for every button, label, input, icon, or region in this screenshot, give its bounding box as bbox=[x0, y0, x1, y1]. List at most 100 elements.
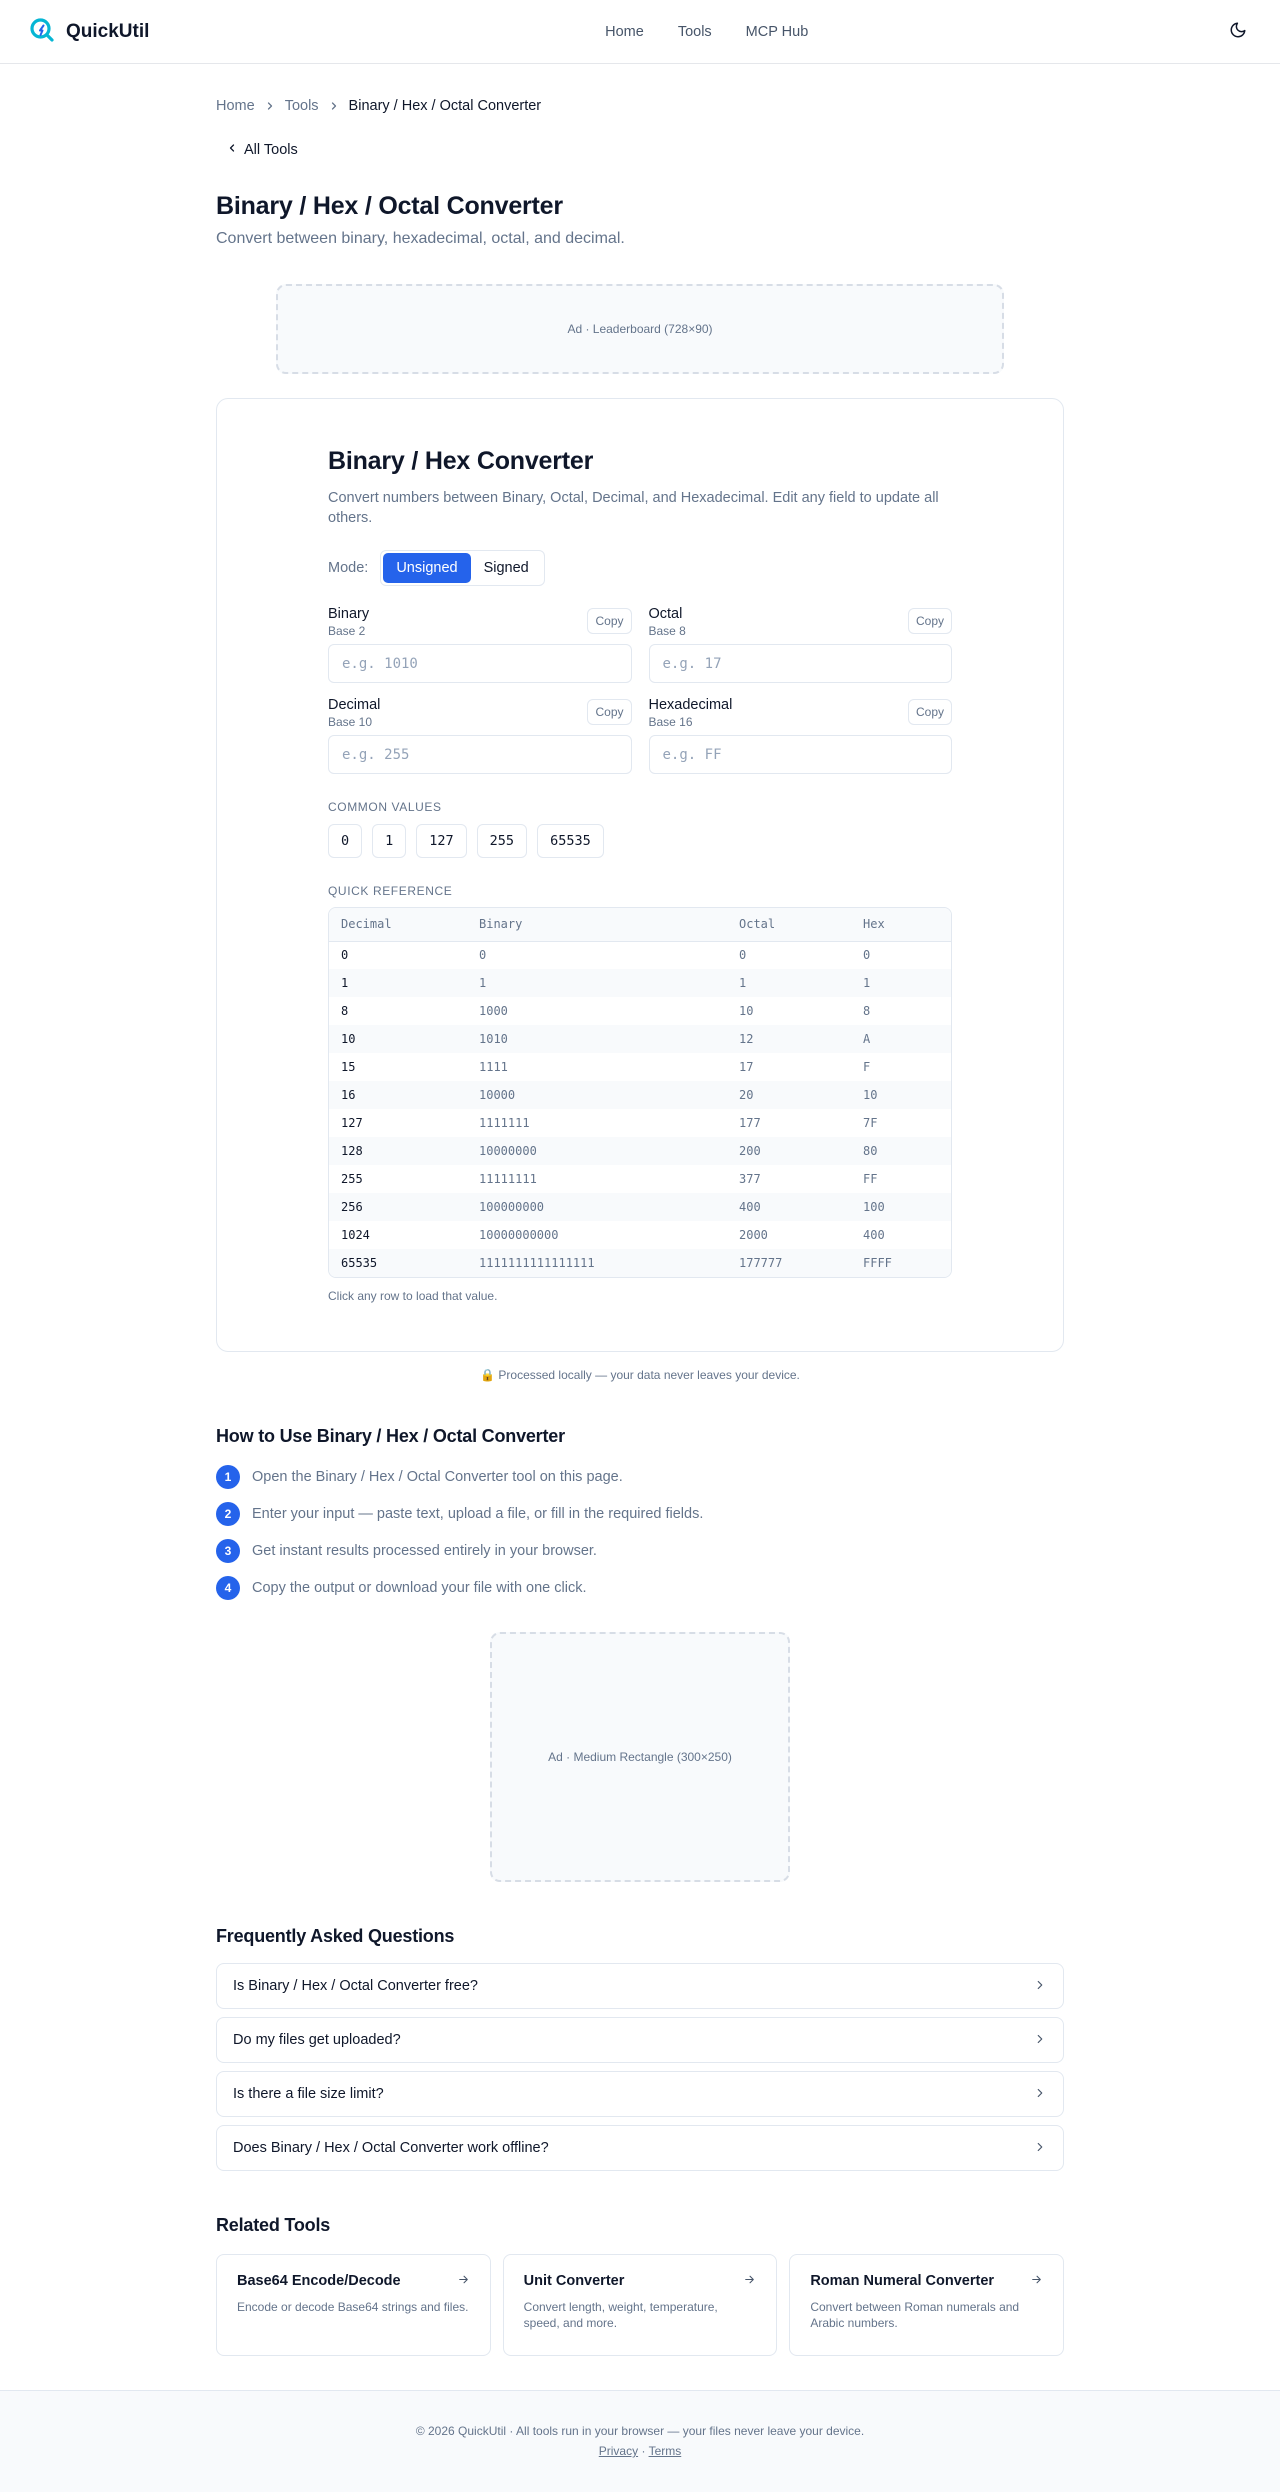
table-row[interactable]: 255 11111111 377 FF bbox=[329, 1165, 951, 1193]
octal-cell: 377 bbox=[739, 1172, 761, 1186]
column-header-decimal: Decimal bbox=[329, 908, 467, 942]
column-header-octal: Octal bbox=[727, 908, 851, 942]
mode-unsigned-button[interactable]: Unsigned bbox=[383, 553, 471, 583]
hex-cell: FF bbox=[863, 1172, 878, 1186]
faq-list: Is Binary / Hex / Octal Converter free? … bbox=[216, 1963, 1064, 2171]
hex-cell: F bbox=[863, 1060, 871, 1074]
octal-input[interactable] bbox=[648, 644, 952, 683]
hex-cell: 0 bbox=[863, 948, 871, 963]
binary-cell: 0 bbox=[479, 948, 487, 963]
binary-cell: 10000 bbox=[479, 1088, 516, 1102]
privacy-link[interactable]: Privacy bbox=[599, 2444, 638, 2458]
copy-decimal-button[interactable]: Copy bbox=[587, 699, 632, 725]
reference-hint: Click any row to load that value. bbox=[328, 1289, 498, 1303]
table-row[interactable]: 0 0 0 0 bbox=[329, 941, 951, 969]
nav-tools[interactable]: Tools bbox=[678, 24, 712, 40]
table-row[interactable]: 16 10000 20 10 bbox=[329, 1081, 951, 1109]
hex-cell: 400 bbox=[863, 1228, 885, 1242]
faq-question: Do my files get uploaded? bbox=[233, 2032, 401, 2048]
arrow-right-icon bbox=[457, 2273, 470, 2289]
page-title: Binary / Hex / Octal Converter bbox=[216, 192, 563, 220]
theme-toggle-button[interactable] bbox=[1224, 18, 1252, 46]
related-tool-desc: Encode or decode Base64 strings and file… bbox=[237, 2300, 469, 2314]
table-row[interactable]: 127 1111111 177 7F bbox=[329, 1109, 951, 1137]
nav-mcp-hub[interactable]: MCP Hub bbox=[746, 24, 809, 40]
hex-cell: 8 bbox=[863, 1004, 871, 1018]
hex-cell: FFFF bbox=[863, 1256, 892, 1270]
binary-cell: 1111 bbox=[479, 1060, 508, 1074]
hex-input[interactable] bbox=[648, 735, 952, 774]
copy-hex-button[interactable]: Copy bbox=[907, 699, 952, 725]
chevron-right-icon bbox=[1033, 2140, 1047, 2157]
common-value-chip[interactable]: 0 bbox=[328, 824, 363, 858]
tool-card: Binary / Hex Converter Convert numbers b… bbox=[216, 398, 1064, 1352]
mode-signed-button[interactable]: Signed bbox=[471, 553, 542, 583]
chevron-left-icon bbox=[226, 142, 238, 158]
decimal-cell: 255 bbox=[341, 1172, 363, 1186]
octal-cell: 17 bbox=[739, 1060, 754, 1074]
breadcrumb-home[interactable]: Home bbox=[216, 98, 255, 114]
related-tool-card[interactable]: Unit Converter Convert length, weight, t… bbox=[502, 2254, 778, 2356]
hex-label: Hexadecimal bbox=[648, 697, 733, 713]
chevron-right-icon bbox=[1033, 2086, 1047, 2103]
faq-question: Is Binary / Hex / Octal Converter free? bbox=[233, 1978, 478, 1994]
octal-cell: 12 bbox=[739, 1032, 754, 1046]
faq-item[interactable]: Does Binary / Hex / Octal Converter work… bbox=[216, 2125, 1064, 2171]
all-tools-link[interactable]: All Tools bbox=[226, 142, 298, 158]
common-value-chip[interactable]: 127 bbox=[416, 824, 467, 858]
octal-label: Octal bbox=[648, 606, 683, 622]
table-row[interactable]: 1 1 1 1 bbox=[329, 969, 951, 997]
decimal-base: Base 10 bbox=[328, 715, 373, 729]
related-tool-card[interactable]: Base64 Encode/Decode Encode or decode Ba… bbox=[216, 2254, 491, 2356]
decimal-input[interactable] bbox=[328, 735, 632, 774]
table-row[interactable]: 10 1010 12 A bbox=[329, 1025, 951, 1053]
copy-binary-button[interactable]: Copy bbox=[587, 608, 632, 634]
table-row[interactable]: 128 10000000 200 80 bbox=[329, 1137, 951, 1165]
table-row[interactable]: 256 100000000 400 100 bbox=[329, 1193, 951, 1221]
step-number: 1 bbox=[216, 1465, 240, 1489]
common-value-chip[interactable]: 255 bbox=[476, 824, 528, 858]
chevron-right-icon bbox=[328, 100, 340, 112]
mode-label: Mode: bbox=[328, 560, 369, 576]
faq-item[interactable]: Is there a file size limit? bbox=[216, 2071, 1064, 2117]
common-value-chip[interactable]: 65535 bbox=[537, 824, 604, 858]
related-tool-card[interactable]: Roman Numeral Converter Convert between … bbox=[789, 2254, 1064, 2356]
hex-field-group: Hexadecimal Base 16 Copy bbox=[648, 697, 952, 774]
howto-step: 2 Enter your input — paste text, upload … bbox=[216, 1502, 1064, 1526]
octal-cell: 0 bbox=[739, 948, 747, 963]
ad-leaderboard-label: Ad · Leaderboard (728×90) bbox=[567, 322, 713, 336]
table-row[interactable]: 15 1111 17 F bbox=[329, 1053, 951, 1081]
nav-home[interactable]: Home bbox=[605, 24, 644, 40]
faq-item[interactable]: Do my files get uploaded? bbox=[216, 2017, 1064, 2063]
step-text: Get instant results processed entirely i… bbox=[252, 1543, 597, 1559]
table-row[interactable]: 65535 1111111111111111 177777 FFFF bbox=[329, 1249, 951, 1277]
chevron-right-icon bbox=[1033, 2032, 1047, 2049]
octal-cell: 20 bbox=[739, 1088, 754, 1102]
breadcrumb-tools[interactable]: Tools bbox=[285, 98, 319, 114]
moon-icon bbox=[1229, 21, 1247, 42]
mode-toggle: Unsigned Signed bbox=[380, 550, 545, 586]
howto-title: How to Use Binary / Hex / Octal Converte… bbox=[216, 1426, 565, 1446]
table-row[interactable]: 8 1000 10 8 bbox=[329, 997, 951, 1025]
step-text: Enter your input — paste text, upload a … bbox=[252, 1506, 704, 1522]
copy-octal-button[interactable]: Copy bbox=[907, 608, 952, 634]
decimal-cell: 0 bbox=[341, 948, 349, 963]
brand[interactable]: QuickUtil bbox=[28, 16, 149, 47]
binary-field-group: Binary Base 2 Copy bbox=[328, 606, 632, 683]
octal-field-group: Octal Base 8 Copy bbox=[648, 606, 952, 683]
binary-input[interactable] bbox=[328, 644, 632, 683]
binary-cell: 10000000000 bbox=[479, 1228, 559, 1242]
decimal-cell: 127 bbox=[341, 1116, 363, 1130]
chevron-right-icon bbox=[264, 100, 276, 112]
octal-cell: 1 bbox=[739, 976, 747, 990]
common-value-chip[interactable]: 1 bbox=[372, 824, 407, 858]
column-header-hex: Hex bbox=[851, 908, 951, 942]
decimal-cell: 1024 bbox=[341, 1228, 370, 1242]
faq-question: Is there a file size limit? bbox=[233, 2086, 384, 2102]
site-footer: © 2026 QuickUtil · All tools run in your… bbox=[0, 2390, 1280, 2492]
common-values-label: COMMON VALUES bbox=[328, 800, 442, 814]
terms-link[interactable]: Terms bbox=[649, 2444, 682, 2458]
table-row[interactable]: 1024 10000000000 2000 400 bbox=[329, 1221, 951, 1249]
hex-cell: 10 bbox=[863, 1088, 878, 1102]
faq-item[interactable]: Is Binary / Hex / Octal Converter free? bbox=[216, 1963, 1064, 2009]
